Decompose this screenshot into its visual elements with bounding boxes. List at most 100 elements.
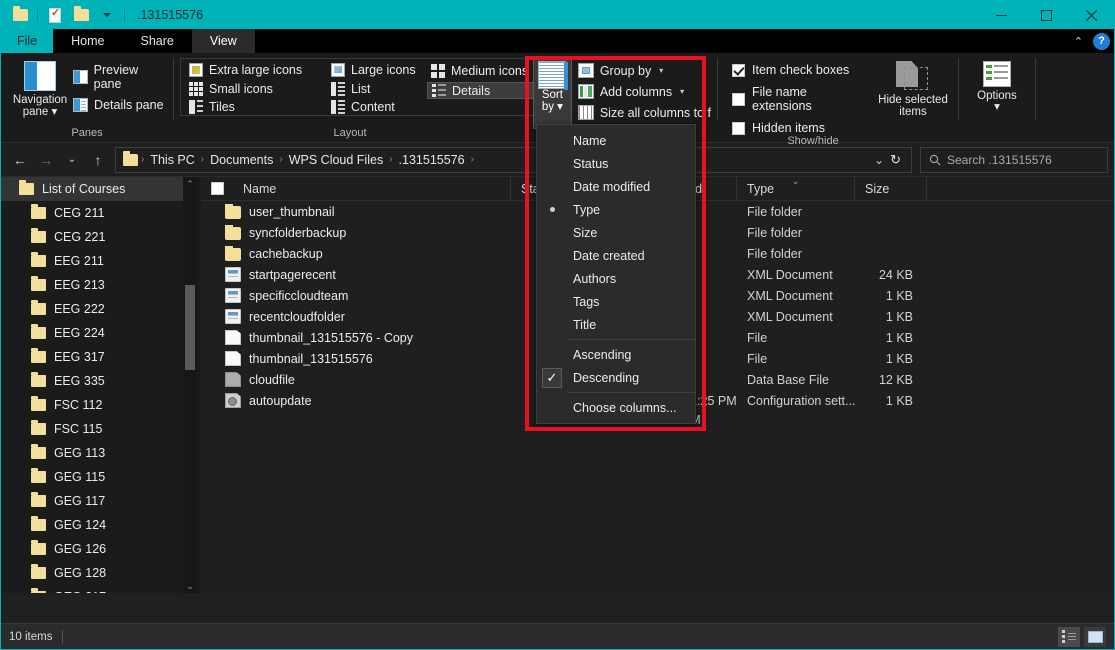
options-button[interactable]: Options ▾ [965, 57, 1029, 127]
group-by-button[interactable]: Group by ▾ [578, 63, 711, 78]
layout-small-icons[interactable]: Small icons [185, 81, 327, 97]
sidebar-item-fsc-112[interactable]: FSC 112 [1, 393, 197, 417]
menu-item-authors[interactable]: Authors [537, 267, 695, 290]
navigation-pane-button[interactable]: Navigation pane ▾ [7, 57, 73, 127]
new-folder-icon[interactable] [68, 2, 94, 28]
layout-details[interactable]: Details [427, 82, 537, 99]
back-button[interactable]: ← [7, 147, 33, 173]
menu-item-size[interactable]: Size [537, 221, 695, 244]
layout-tiles[interactable]: Tiles [185, 99, 327, 115]
close-button[interactable] [1069, 1, 1114, 29]
checkbox-icon[interactable] [732, 93, 745, 106]
forward-button[interactable]: → [33, 147, 59, 173]
item-check-boxes-toggle[interactable]: Item check boxes [732, 63, 862, 77]
sidebar-item-eeg-211[interactable]: EEG 211 [1, 249, 197, 273]
file-type-cell: XML Document [737, 268, 855, 282]
checkbox-icon[interactable] [211, 182, 224, 195]
customize-chevron-icon[interactable] [94, 2, 120, 28]
sidebar-item-geg-217[interactable]: GEG 217 [1, 585, 197, 593]
scroll-down-icon[interactable]: ⌄ [186, 579, 194, 593]
sidebar-item-geg-126[interactable]: GEG 126 [1, 537, 197, 561]
thumbnail-view-button[interactable] [1084, 627, 1106, 647]
sidebar-item-geg-115[interactable]: GEG 115 [1, 465, 197, 489]
file-name-label: startpagerecent [249, 268, 336, 282]
help-icon[interactable]: ? [1093, 33, 1110, 50]
breadcrumb-current-folder[interactable]: .131515576 [393, 153, 471, 167]
layout-extra-large-icons[interactable]: Extra large icons [185, 62, 327, 78]
search-input[interactable]: Search .131515576 [920, 147, 1108, 173]
maximize-button[interactable] [1024, 1, 1069, 29]
column-header-name[interactable]: Name [233, 177, 511, 201]
breadcrumb-this-pc[interactable]: This PC [144, 153, 200, 167]
sidebar-item-ceg-211[interactable]: CEG 211 [1, 201, 197, 225]
layout-label: Tiles [209, 100, 235, 114]
folder-icon [31, 303, 46, 315]
checkbox-icon[interactable] [732, 122, 745, 135]
menu-item-ascending[interactable]: Ascending [537, 343, 695, 366]
sidebar-item-geg-117[interactable]: GEG 117 [1, 489, 197, 513]
collapse-ribbon-icon[interactable]: ⌃ [1070, 35, 1087, 48]
select-all-checkbox[interactable] [201, 177, 233, 201]
tab-file[interactable]: File [1, 29, 53, 53]
layout-medium-icons[interactable]: Medium icons [427, 62, 537, 79]
recent-locations-button[interactable]: ⌄ [59, 147, 85, 173]
sidebar-item-list-of-courses[interactable]: List of Courses [1, 177, 197, 201]
menu-item-descending[interactable]: Descending [537, 366, 695, 389]
menu-item-title[interactable]: Title [537, 313, 695, 336]
file-name-extensions-toggle[interactable]: File name extensions [732, 85, 862, 113]
folder-icon [225, 227, 241, 240]
breadcrumb-documents[interactable]: Documents [204, 153, 279, 167]
properties-icon[interactable] [42, 2, 68, 28]
menu-item-type[interactable]: Type [537, 198, 695, 221]
sidebar-item-fsc-115[interactable]: FSC 115 [1, 417, 197, 441]
tab-home[interactable]: Home [53, 29, 122, 53]
navigation-pane-scrollbar[interactable]: ⌃ ⌄ [183, 177, 197, 593]
hide-selected-items-button[interactable]: Hide selected items [874, 57, 952, 127]
menu-item-date-created[interactable]: Date created [537, 244, 695, 267]
menu-item-name[interactable]: Name [537, 129, 695, 152]
sort-column-options: NameStatusDate modifiedTypeSizeDate crea… [537, 129, 695, 336]
menu-item-date-modified[interactable]: Date modified [537, 175, 695, 198]
address-history-chevron-icon[interactable]: ⌄ [874, 153, 884, 167]
hidden-items-toggle[interactable]: Hidden items [732, 121, 862, 135]
layout-list[interactable]: List [327, 81, 427, 97]
file-name-label: thumbnail_131515576 [249, 352, 373, 366]
folder-icon [225, 206, 241, 219]
up-button[interactable]: ↑ [85, 147, 111, 173]
breadcrumb[interactable]: › This PC › Documents › WPS Cloud Files … [115, 147, 912, 173]
column-header-type[interactable]: ⌄ Type [737, 177, 855, 201]
hide-selected-label-1: Hide selected [878, 94, 948, 106]
sort-by-button[interactable]: Sort by ▾ [533, 57, 572, 129]
scroll-up-icon[interactable]: ⌃ [186, 177, 194, 191]
sidebar-item-eeg-335[interactable]: EEG 335 [1, 369, 197, 393]
menu-item-choose-columns[interactable]: Choose columns... [537, 396, 695, 419]
details-view-button[interactable] [1058, 627, 1080, 647]
layout-content[interactable]: Content [327, 99, 427, 115]
checkbox-icon[interactable] [732, 64, 745, 77]
preview-pane-button[interactable]: Preview pane [73, 63, 167, 91]
layout-large-icons[interactable]: Large icons [327, 62, 427, 78]
breadcrumb-wps-cloud-files[interactable]: WPS Cloud Files [283, 153, 389, 167]
sidebar-item-geg-124[interactable]: GEG 124 [1, 513, 197, 537]
menu-item-status[interactable]: Status [537, 152, 695, 175]
sidebar-item-geg-113[interactable]: GEG 113 [1, 441, 197, 465]
menu-item-tags[interactable]: Tags [537, 290, 695, 313]
column-header-size[interactable]: Size [855, 177, 927, 201]
tab-share[interactable]: Share [123, 29, 192, 53]
minimize-button[interactable] [979, 1, 1024, 29]
size-all-columns-button[interactable]: Size all columns to f [578, 105, 711, 120]
folder-icon[interactable] [7, 2, 33, 28]
sidebar-item-geg-128[interactable]: GEG 128 [1, 561, 197, 585]
sort-by-dropdown-menu[interactable]: NameStatusDate modifiedTypeSizeDate crea… [536, 124, 696, 424]
refresh-icon[interactable]: ↻ [884, 152, 907, 168]
tab-view[interactable]: View [192, 29, 255, 53]
sidebar-item-eeg-222[interactable]: EEG 222 [1, 297, 197, 321]
add-columns-button[interactable]: Add columns ▾ [578, 84, 711, 99]
scrollbar-thumb[interactable] [185, 285, 195, 370]
sidebar-item-eeg-317[interactable]: EEG 317 [1, 345, 197, 369]
sidebar-item-eeg-213[interactable]: EEG 213 [1, 273, 197, 297]
details-pane-button[interactable]: Details pane [73, 98, 167, 112]
sidebar-item-ceg-221[interactable]: CEG 221 [1, 225, 197, 249]
breadcrumb-separator[interactable]: › [471, 154, 474, 165]
sidebar-item-eeg-224[interactable]: EEG 224 [1, 321, 197, 345]
